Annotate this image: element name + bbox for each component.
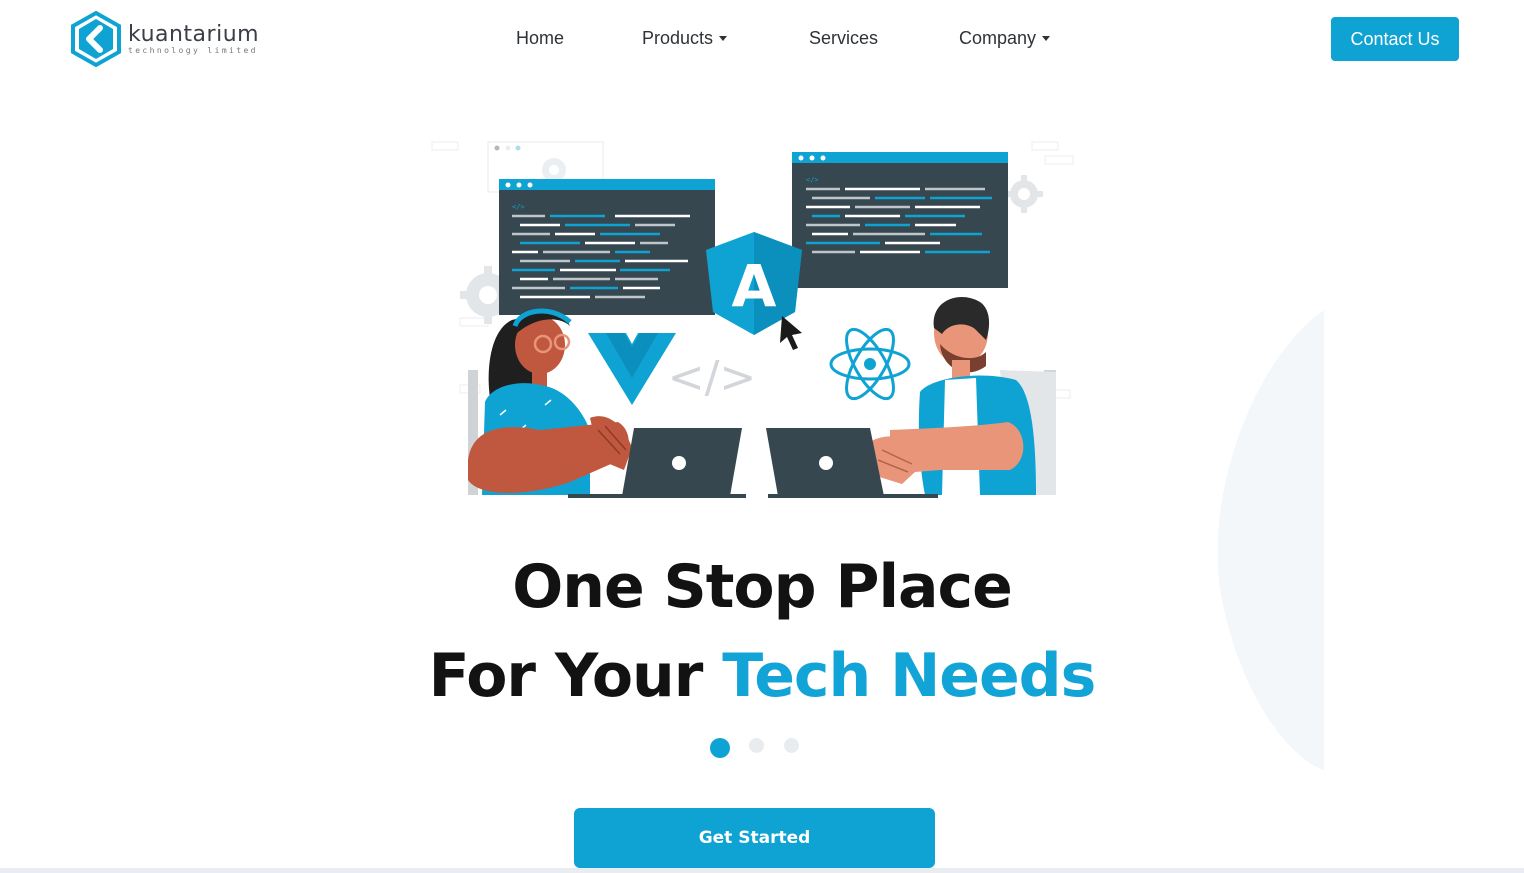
headline-accent: Tech Needs bbox=[722, 641, 1096, 711]
carousel-dot-2[interactable] bbox=[749, 738, 764, 753]
react-icon bbox=[829, 327, 911, 401]
nav-item-products[interactable]: Products bbox=[642, 28, 728, 49]
nav-item-label: Services bbox=[809, 28, 879, 48]
headline-prefix: For Your bbox=[428, 641, 723, 711]
carousel-indicators bbox=[709, 736, 809, 760]
code-window-right: </> bbox=[792, 152, 1008, 288]
nav-item-home[interactable]: Home bbox=[516, 28, 564, 49]
svg-text:</>: </> bbox=[806, 176, 819, 184]
bottom-edge bbox=[0, 868, 1524, 873]
hero-headline-line2: For Your Tech Needs bbox=[0, 641, 1524, 711]
background-decoration bbox=[1217, 300, 1524, 800]
nav-item-label: Company bbox=[959, 28, 1037, 48]
main-nav: Home Products Services Company bbox=[0, 28, 1524, 52]
contact-us-button[interactable]: Contact Us bbox=[1331, 17, 1459, 61]
gear-icon bbox=[1005, 175, 1043, 213]
svg-text:A: A bbox=[732, 252, 777, 320]
code-window-left: </> bbox=[499, 179, 715, 315]
code-brackets-icon: </> bbox=[668, 352, 757, 403]
gear-icon bbox=[542, 158, 566, 182]
hero-illustration: </> </> A </> bbox=[431, 141, 1074, 498]
caret-down-icon bbox=[719, 36, 728, 41]
get-started-button[interactable]: Get Started bbox=[574, 808, 935, 868]
carousel-dot-1[interactable] bbox=[710, 738, 730, 758]
nav-item-services[interactable]: Services bbox=[809, 28, 878, 49]
vue-icon bbox=[588, 333, 676, 405]
cursor-icon bbox=[780, 316, 802, 350]
svg-text:</>: </> bbox=[512, 203, 525, 211]
nav-item-label: Products bbox=[642, 28, 714, 48]
nav-item-company[interactable]: Company bbox=[959, 28, 1051, 49]
hero-headline-line1: One Stop Place bbox=[512, 552, 1013, 622]
person-man bbox=[870, 297, 1056, 495]
caret-down-icon bbox=[1042, 36, 1051, 41]
angular-icon: A bbox=[706, 232, 802, 335]
carousel-dot-3[interactable] bbox=[784, 738, 799, 753]
site-header: kuantarium technology limited Home Produ… bbox=[0, 0, 1524, 80]
nav-item-label: Home bbox=[516, 28, 565, 48]
